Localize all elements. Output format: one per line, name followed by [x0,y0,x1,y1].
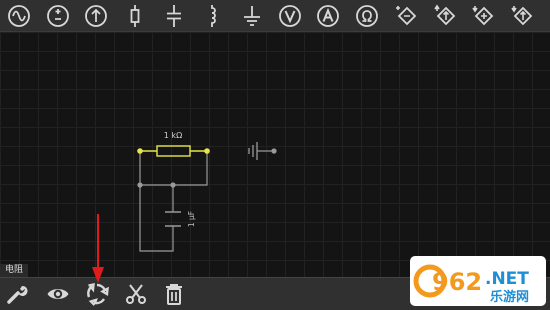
resistor-label: 1 kΩ [164,131,182,140]
settings-button[interactable] [2,280,32,308]
watermark-tagline: 乐游网 [490,289,529,305]
watermark-number: 962 [432,268,482,296]
watermark-logo: 962 .NET 乐游网 [410,256,546,306]
settings-wrench-icon [7,285,28,304]
view-eye-icon [47,289,69,299]
cut-button[interactable] [121,280,151,308]
watermark-suffix: .NET [485,269,529,289]
junction-node[interactable] [170,182,176,188]
delete-button[interactable] [159,280,189,308]
cut-scissors-icon [126,284,146,304]
ground-component[interactable] [248,142,277,160]
rotate-button[interactable] [82,280,112,308]
junction-node[interactable] [137,182,143,188]
resistor-component[interactable]: 1 kΩ [137,131,210,157]
selected-component-label: 电阻 [0,264,29,277]
capacitor-label: 1 μF [187,211,196,227]
circuit-diagram: 1 kΩ 1 μF [137,131,277,252]
delete-trash-icon [166,284,182,305]
capacitor-component[interactable]: 1 μF [165,211,196,227]
wires [139,151,208,252]
rotate-icon [87,283,109,306]
view-button[interactable] [43,280,73,308]
